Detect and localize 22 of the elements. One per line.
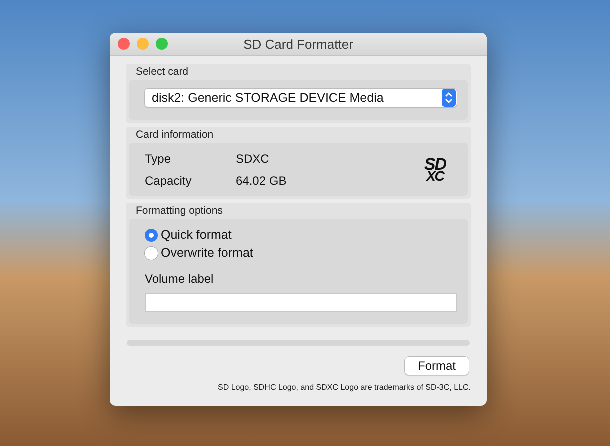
radio-label[interactable]: Quick format: [161, 228, 232, 242]
volume-label-caption: Volume label: [145, 272, 214, 286]
card-dropdown[interactable]: disk2: Generic STORAGE DEVICE Media: [145, 89, 457, 107]
volume-label-field[interactable]: [145, 293, 457, 312]
format-button[interactable]: Format: [405, 357, 469, 375]
field-value: 64.02 GB: [236, 174, 287, 188]
dropdown-arrows-icon: [442, 89, 456, 107]
field-label: Type: [145, 152, 172, 166]
zoom-button[interactable]: [156, 38, 168, 50]
minimize-button[interactable]: [137, 38, 149, 50]
radio-label[interactable]: Overwrite format: [161, 246, 254, 260]
radio-button[interactable]: [145, 228, 158, 242]
close-button[interactable]: [118, 38, 130, 50]
sdxc-logo: SD XC: [424, 158, 446, 182]
group-heading: Formatting options: [135, 205, 224, 219]
group-heading: Select card: [135, 66, 190, 80]
window-title: SD Card Formatter: [244, 36, 354, 52]
radio-button[interactable]: [145, 246, 158, 260]
field-value: SDXC: [236, 152, 270, 166]
group-heading: Card information: [135, 129, 215, 143]
field-label: Capacity: [145, 174, 193, 188]
trademark-notice: SD Logo, SDHC Logo, and SDXC Logo are trademarks of SD-3C, LLC.: [218, 383, 471, 392]
